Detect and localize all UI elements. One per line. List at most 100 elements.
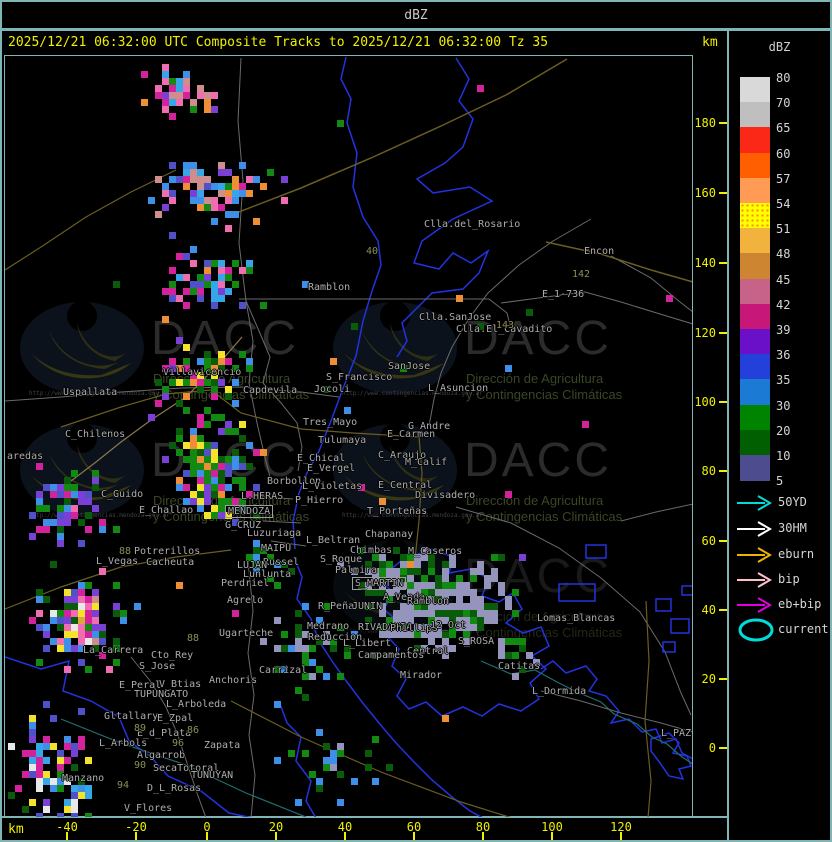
place-label: Cto_Rey — [151, 650, 194, 661]
scale-color-swatch — [740, 77, 770, 103]
place-label: Tulumaya — [318, 435, 367, 446]
place-label: E_Vergel — [307, 463, 356, 474]
place-label: S_Roque — [320, 554, 363, 565]
x-axis-unit-label: km — [8, 822, 24, 837]
road-number-label: 88 — [187, 633, 200, 644]
y-axis-tick-label: 160 — [694, 186, 716, 200]
scale-color-swatch — [740, 379, 770, 406]
track-arrow-icon — [735, 568, 779, 592]
x-axis-tick-label: 80 — [475, 820, 491, 834]
place-label: La_Carrera — [83, 645, 144, 656]
y-axis-tick-label: 140 — [694, 256, 716, 270]
place-label: L_PAZ — [661, 728, 692, 739]
x-axis-tick-label: -40 — [56, 820, 78, 834]
place-label: Cacheuta — [146, 557, 195, 568]
scale-value-label: 70 — [776, 96, 791, 111]
place-label: Ugarteche — [219, 628, 274, 639]
place-label: Villavicencio — [163, 367, 242, 378]
scale-color-swatch — [740, 329, 770, 355]
place-label: Perdriel — [221, 578, 270, 589]
road-number-label: 89 — [134, 723, 147, 734]
place-label: SanJose — [388, 361, 431, 372]
y-axis-tick-label: 40 — [701, 603, 716, 617]
current-cell-icon — [735, 618, 779, 642]
place-label: Luzuriaga — [247, 528, 302, 539]
place-label: Campamentos — [358, 650, 425, 661]
place-label: E_Challao — [139, 505, 194, 516]
place-label: L_Arbols — [99, 738, 148, 749]
legend-label: 50YD — [778, 495, 807, 509]
road-number-label: 40 — [366, 246, 379, 257]
place-label: Encon — [584, 246, 615, 257]
road-number-label: 96 — [172, 738, 185, 749]
place-label: L_Arboleda — [166, 699, 227, 710]
scale-value-label: 20 — [776, 423, 791, 438]
place-label: Clla.del_Rosario — [424, 219, 521, 230]
place-label: M_Calif — [405, 457, 448, 468]
place-label: Russel — [263, 557, 300, 568]
place-label: C_Guido — [101, 489, 144, 500]
place-label: Divisadero — [415, 490, 476, 501]
y-axis-tick-label: 0 — [708, 741, 716, 755]
x-axis-tick-label: 40 — [337, 820, 353, 834]
y-axis-tick — [719, 470, 727, 472]
place-label: L_Violetas — [302, 481, 363, 492]
place-label: L_Asuncion — [428, 383, 489, 394]
place-label: Mirador — [400, 670, 443, 681]
timestamp-status-text: 2025/12/21 06:32:00 UTC Composite Tracks… — [8, 35, 549, 50]
scale-color-swatch — [740, 404, 770, 431]
legend-label: eb+bip — [778, 597, 822, 611]
place-label: E_Zpal — [157, 713, 194, 724]
scale-color-swatch — [740, 102, 770, 128]
place-label: D_L_Rosas — [147, 783, 202, 794]
place-label: S_Jose — [139, 661, 176, 672]
map-content: DACC Dirección de Agricultura y Contingenc… — [5, 56, 692, 817]
place-label: L.HERAS — [241, 491, 284, 502]
scale-value-label: 35 — [776, 373, 791, 388]
road-number-label: 94 — [117, 780, 130, 791]
scale-value-label: 42 — [776, 297, 791, 312]
scale-value-label: 5 — [776, 474, 784, 489]
place-label: Anchoris — [209, 675, 258, 686]
legend-label: 30HM — [778, 521, 807, 535]
place-label: L_Dormida — [532, 686, 587, 697]
road-number-label: 88 — [119, 546, 132, 557]
place-label: MAIPU — [261, 543, 292, 554]
legend-label: eburn — [778, 547, 815, 561]
place-label: Agrelo — [227, 595, 264, 606]
radar-map[interactable]: DACC Dirección de Agricultura y Contingenc… — [4, 55, 693, 818]
place-label: Manzano — [62, 773, 105, 784]
place-label: Capdevila — [243, 385, 298, 396]
place-label: Potrerillos — [134, 546, 201, 557]
y-axis-tick-label: 180 — [694, 116, 716, 130]
x-axis-tick-label: 120 — [610, 820, 632, 834]
scale-color-swatch — [740, 455, 770, 481]
place-label: S_MARTIN — [352, 577, 407, 590]
place-label: V_Flores — [124, 803, 173, 814]
place-label: Zapata — [204, 740, 241, 751]
y-axis-tick — [719, 401, 727, 403]
place-label: S_Francisco — [326, 372, 393, 383]
place-label: E_Carmen — [387, 429, 436, 440]
place-label: Carrizal — [259, 665, 308, 676]
scale-value-label: 57 — [776, 171, 791, 186]
place-label: Ramblon — [308, 282, 351, 293]
place-label: Medrano — [307, 621, 350, 632]
place-label: Catitas — [498, 661, 541, 672]
legend-label: current — [778, 622, 829, 636]
place-label: Clla.SanJose — [419, 312, 492, 323]
page-title: dBZ — [404, 7, 428, 23]
y-axis-tick — [719, 540, 727, 542]
y-axis-tick-label: 120 — [694, 326, 716, 340]
y-axis-unit-label: km — [702, 35, 718, 50]
place-label: Chapanay — [365, 529, 414, 540]
scale-color-swatch — [740, 278, 770, 305]
place-label: P_Hierro — [295, 495, 344, 506]
track-arrow-icon — [735, 491, 779, 515]
title-bar: dBZ — [0, 0, 832, 30]
scale-color-swatch — [740, 354, 770, 380]
scale-value-label: 48 — [776, 247, 791, 262]
scale-value-label: 54 — [776, 197, 791, 211]
place-label: aredas — [7, 451, 44, 462]
scale-value-label: 10 — [776, 449, 791, 463]
